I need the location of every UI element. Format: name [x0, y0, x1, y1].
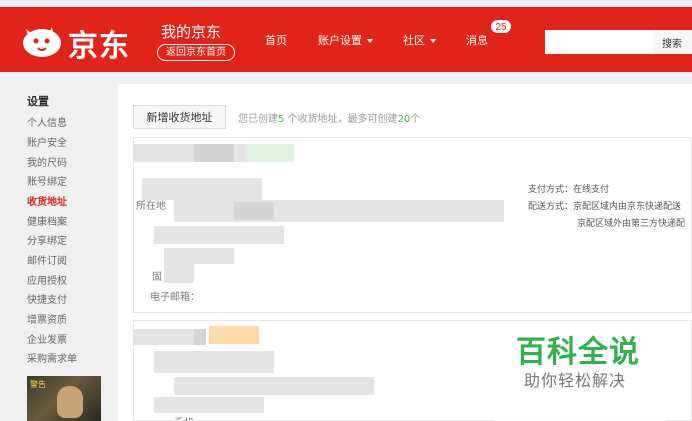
jd-dog-icon [23, 27, 61, 57]
nav-account-label: 账户设置 [318, 34, 362, 47]
phone-label: 固 [152, 272, 162, 283]
top-strip [0, 0, 692, 7]
sidebar: 设置 个人信息 账户安全 我的尺码 账号绑定 收货地址 健康档案 分享绑定 邮件… [0, 72, 115, 421]
blurred-name [134, 144, 194, 162]
default-address-tag [246, 144, 294, 162]
sidebar-item-my-sizes[interactable]: 我的尺码 [27, 154, 67, 169]
site-title[interactable]: 我的京东 [161, 21, 221, 42]
blurred-recipient [164, 248, 234, 264]
address-count-info: 您已创建5 个收货地址，最多可创建20个 [238, 110, 420, 125]
watermark-subtitle: 助你轻松解决 [524, 371, 627, 390]
nav-community[interactable]: 社区 [403, 32, 436, 48]
search-button[interactable]: 搜索 [653, 30, 692, 54]
add-address-button[interactable]: 新增收货地址 [133, 105, 226, 129]
blurred-address [154, 397, 264, 413]
blurred-name [134, 329, 194, 345]
created-prefix: 您已创建 [238, 114, 278, 125]
blurred-phone [164, 263, 194, 283]
sidebar-item-vat-qualification[interactable]: 增票资质 [27, 311, 67, 326]
max-count: 20 [397, 114, 411, 125]
nav-account-settings[interactable]: 账户设置 [318, 32, 373, 48]
blurred-region [234, 202, 274, 220]
email-label: 电子邮箱： [150, 292, 200, 303]
created-middle: 个收货地址，最多可创建 [284, 114, 398, 125]
sidebar-item-health-records[interactable]: 健康档案 [27, 213, 67, 228]
payment-method: 支付方式：在线支付 [528, 185, 610, 195]
sidebar-item-business-invoice[interactable]: 企业发票 [27, 331, 67, 346]
promo-figure [57, 386, 83, 418]
sidebar-item-share-binding[interactable]: 分享绑定 [27, 232, 67, 247]
blurred-address [154, 226, 284, 244]
sidebar-item-purchase-requests[interactable]: 采购需求单 [27, 350, 77, 365]
nav-home-label: 首页 [265, 34, 287, 47]
jd-logo-text: 京东 [68, 29, 130, 64]
sidebar-heading: 设置 [27, 96, 49, 108]
chevron-down-icon [367, 39, 373, 43]
mobile-label: 手机 [174, 414, 194, 420]
delivery-method: 配送方式：京配区域内由京东快递配送 [528, 202, 682, 212]
nav-community-label: 社区 [403, 34, 425, 47]
promo-tag: 警告 [30, 380, 46, 389]
sidebar-item-app-authorization[interactable]: 应用授权 [27, 272, 67, 287]
nav-messages[interactable]: 消息 [466, 32, 488, 48]
address-card: 所在地 固 电子邮箱： 支付方式：在线支付 配送方式：京配区域内由京东快递配送 … [133, 137, 692, 313]
sidebar-item-shipping-address[interactable]: 收货地址 [27, 193, 67, 208]
nav-home[interactable]: 首页 [265, 32, 287, 48]
blurred-region [174, 200, 504, 222]
nav-messages-label: 消息 [466, 34, 488, 47]
sidebar-item-personal-info[interactable]: 个人信息 [27, 114, 67, 129]
blurred-region [174, 377, 374, 395]
sidebar-item-account-binding[interactable]: 账号绑定 [27, 173, 67, 188]
blurred-detail [154, 351, 274, 373]
message-count-badge: 25 [490, 19, 512, 34]
blurred-name [194, 329, 206, 345]
delivery-method-line2: 京配区域外由第三方快递配 [577, 219, 686, 229]
region-label: 所在地 [136, 201, 166, 212]
sidebar-item-account-security[interactable]: 账户安全 [27, 134, 67, 149]
created-suffix: 个 [410, 114, 421, 125]
jd-logo[interactable]: 京东 [18, 17, 148, 64]
back-home-link[interactable]: 返回京东首页 [157, 44, 235, 61]
watermark: 百科全说 助你轻松解决 [494, 321, 666, 421]
sidebar-item-email-subscription[interactable]: 邮件订阅 [27, 252, 67, 267]
promo-banner[interactable]: 警告 [27, 376, 101, 421]
header: 京东 我的京东 返回京东首页 首页 账户设置 社区 消息 25 搜索 [0, 7, 692, 72]
address-tag [209, 326, 259, 344]
sidebar-item-quick-pay[interactable]: 快捷支付 [27, 291, 67, 306]
blurred-name [234, 144, 246, 162]
watermark-title: 百科全说 [516, 335, 640, 370]
blurred-name [194, 144, 234, 162]
search-input[interactable] [545, 30, 653, 54]
chevron-down-icon [430, 39, 436, 43]
